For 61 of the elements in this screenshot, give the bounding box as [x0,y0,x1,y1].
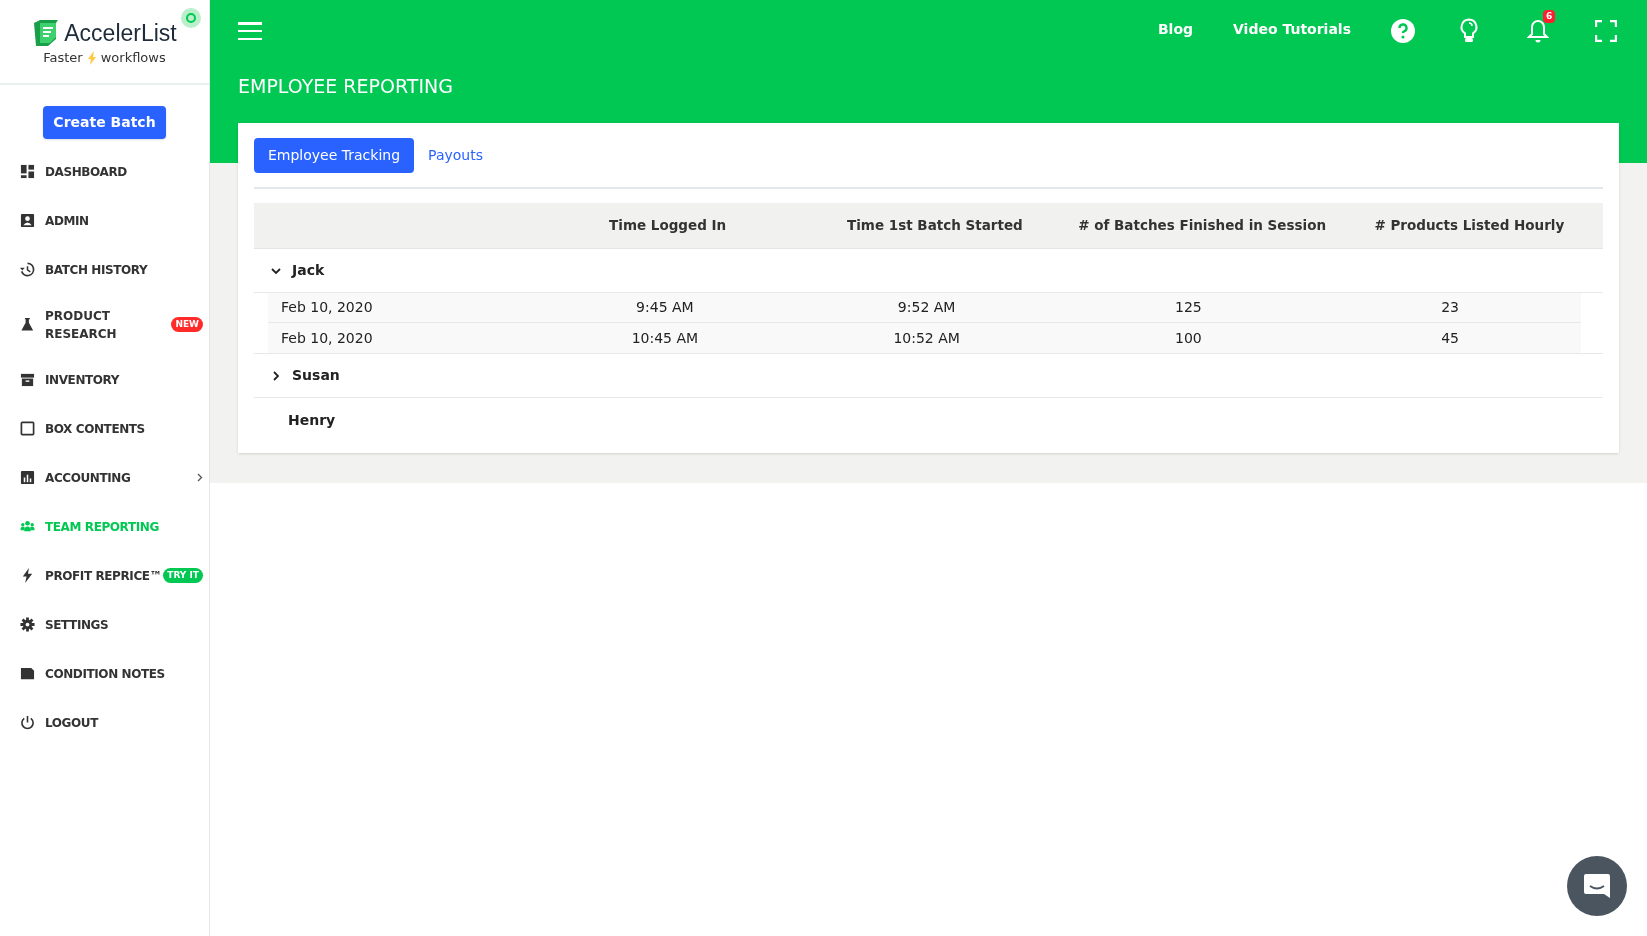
dashboard-icon [20,164,35,179]
sidebar-item[interactable]: CONDITION NOTES [0,649,209,698]
tagline-text: Faster [43,49,83,67]
sidebar-item[interactable]: SETTINGS [0,600,209,649]
sidebar-item[interactable]: BATCH HISTORY [0,245,209,294]
table-cell-text: 100 [1174,328,1203,348]
chevron-right-icon[interactable] [270,369,282,382]
table-cell-text: Feb 10, 2020 [280,298,374,317]
lightbulb-icon[interactable] [1459,18,1479,44]
table-cell-text: 10:52 AM [892,328,961,348]
flask-icon [20,317,35,332]
group-name: Susan [292,366,340,385]
group-name: Jack [292,261,325,280]
logo-icon [32,18,61,47]
sidebar-item[interactable]: LOGOUT [0,698,209,747]
settings-icon [20,617,35,632]
column-header: Time 1st Batch Started [846,216,1024,236]
power-icon [20,715,35,730]
table-cell-text: 9:45 AM [635,298,695,317]
table-cell-text: 9:52 AM [896,298,957,317]
sidebar-item[interactable]: DASHBOARD [0,147,209,196]
notification-count: 6 [1543,10,1556,23]
id-card-icon [20,213,35,228]
sidebar-item[interactable]: INVENTORY [0,355,209,404]
column-header: # Products Listed Hourly [1373,216,1566,236]
bar-chart-icon [20,470,35,485]
lightning-icon [20,568,35,583]
sidebar-item[interactable]: ADMIN [0,196,209,245]
chat-icon [1582,872,1612,900]
sidebar-item[interactable]: PROFIT REPRICE™ TRY IT [0,551,209,600]
group-name: Henry [288,410,336,430]
sidebar-item[interactable]: ACCOUNTING [0,453,209,502]
table-cell-text: 125 [1174,298,1203,317]
column-header: Time Logged In [608,216,728,236]
logo-text: AccelerList [64,18,177,48]
tagline-text: workflows [100,49,166,67]
table-cell-text: 10:45 AM [630,328,700,348]
table-cell-text: 45 [1440,328,1461,348]
archive-box-icon [20,372,35,387]
fullscreen-icon[interactable] [1595,20,1617,42]
badge: NEW [171,316,203,333]
table-cell-text: 23 [1440,298,1461,317]
lightning-icon [86,50,97,65]
menu-button[interactable] [238,22,262,40]
chat-button[interactable] [1567,856,1627,916]
tab[interactable]: Employee Tracking [254,138,415,173]
badge: TRY IT [163,567,203,584]
history-icon [20,262,35,277]
create-batch-button[interactable]: Create Batch [43,106,166,139]
table-cell-text: Feb 10, 2020 [280,328,374,348]
help-icon[interactable] [1391,19,1415,43]
tab[interactable]: Payouts [422,138,489,173]
sidebar-item[interactable]: BOX CONTENTS [0,404,209,453]
status-icon [181,8,201,28]
note-icon [20,666,35,681]
page-title: EMPLOYEE REPORTING [238,74,454,99]
bell-icon[interactable] [1527,19,1549,43]
column-header: # of Batches Finished in Session [1077,216,1328,236]
people-icon [20,519,35,534]
square-icon [20,421,35,436]
sidebar-item[interactable]: PRODUCT RESEARCH NEW [0,294,209,355]
